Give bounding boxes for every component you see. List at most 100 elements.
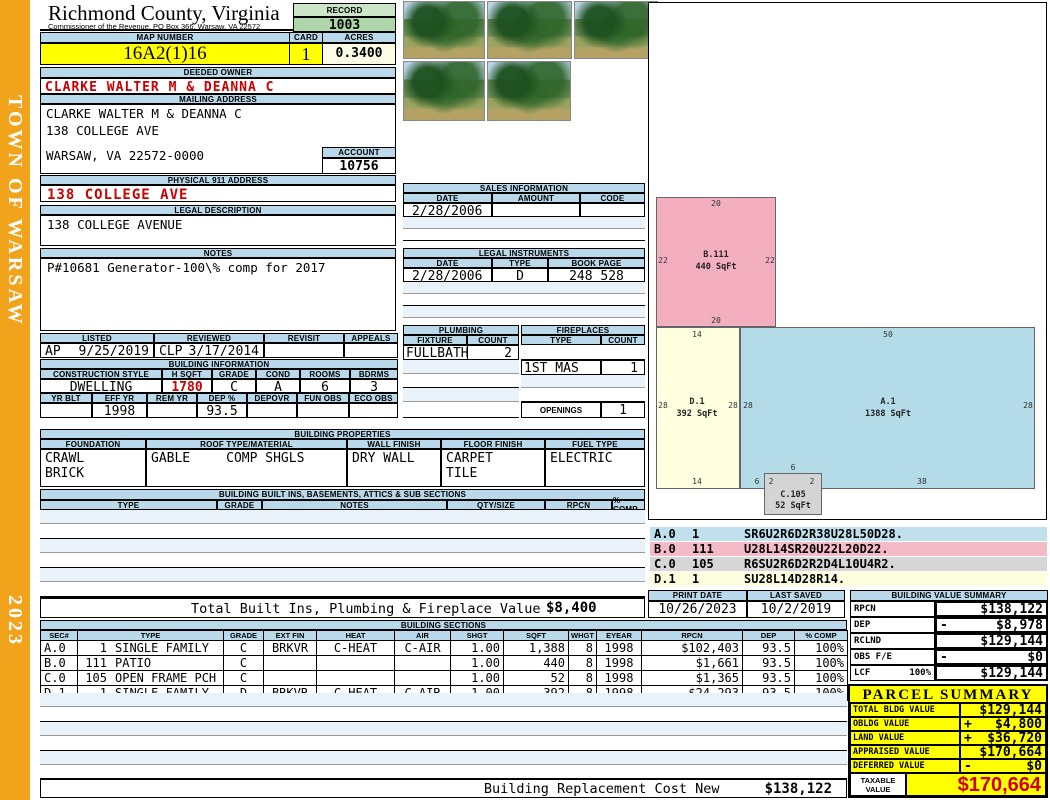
funobs-label: FUN OBS [297, 393, 349, 403]
plumbing-empty-row [403, 402, 519, 418]
col-sqft: SQFT [503, 630, 569, 641]
vector-code: 111 [692, 542, 714, 556]
revisit-value [264, 343, 344, 358]
sidebar-year-label: 2023 [4, 595, 26, 647]
vs-rclnd-label: RCLND [850, 633, 935, 649]
vs-op: - [940, 617, 948, 633]
yrblt-label: YR BLT [40, 393, 92, 403]
plumbing-header-fixture: FIXTURE [403, 335, 467, 345]
vector-path: SU28L14D28R14. [744, 572, 846, 586]
property-photo-1[interactable] [403, 1, 485, 59]
dep-pct-value: 93.5 [197, 403, 247, 419]
cell-type: 105 OPEN FRAME PCH [77, 670, 224, 686]
fireplaces-empty-row [521, 345, 645, 360]
cell-heat [316, 670, 395, 686]
cell-extfin [263, 655, 317, 671]
listed-label: LISTED [40, 333, 154, 343]
floor-line-1: CARPET [446, 451, 493, 466]
cell-type-name: OPEN FRAME PCH [115, 671, 217, 685]
sales-title: SALES INFORMATION [403, 183, 645, 193]
reviewed-by: CLP [159, 344, 183, 359]
ps-taxable-label: TAXABLE VALUE [850, 773, 906, 796]
sketch-B-dim-top: 20 [711, 199, 721, 208]
vs-value: $8,978 [996, 617, 1043, 633]
vector-sec: C.0 [654, 557, 676, 571]
builtins-empty-row [40, 524, 645, 539]
appeals-label: APPEALS [344, 333, 398, 343]
property-photo-5[interactable] [487, 61, 571, 121]
instruments-empty-row [403, 294, 645, 306]
sketch-A-id: A.1 [880, 397, 896, 407]
ps-obldg-label: OBLDG VALUE [850, 717, 960, 731]
mailing-line-3: WARSAW, VA 22572-0000 [46, 148, 205, 163]
vector-row-B: B.0 111 U28L14SR20U22L20D22. [650, 542, 1047, 556]
fireplaces-title: FIREPLACES [521, 325, 645, 335]
cond-value: A [256, 379, 300, 395]
instruments-title: LEGAL INSTRUMENTS [403, 248, 645, 258]
cell-eyear: 1998 [596, 655, 642, 671]
foundation-label: FOUNDATION [40, 439, 146, 449]
sketch-C-dim-right: 2 [809, 477, 815, 486]
cell-air [394, 670, 451, 686]
col-heat: HEAT [316, 630, 395, 641]
bdrms-label: BDRMS [350, 369, 398, 379]
property-photo-3[interactable] [574, 1, 658, 59]
properties-title: BUILDING PROPERTIES [40, 429, 645, 439]
ps-total-bldg-label: TOTAL BLDG VALUE [850, 703, 960, 717]
ps-land: + $36,720 [960, 730, 1046, 746]
parcel-summary-title: PARCEL SUMMARY [850, 687, 1046, 703]
sales-empty-row [403, 229, 645, 241]
instruments-row-book: 248 528 [548, 268, 645, 284]
vs-value: $129,144 [980, 665, 1043, 681]
cell-sec: B.0 [40, 655, 78, 671]
cell-comp: 100% [794, 655, 848, 671]
print-date-value: 10/26/2023 [648, 601, 747, 618]
fireplaces-header-type: TYPE [521, 335, 601, 345]
floor-line-2: TILE [446, 466, 478, 481]
builtins-total-label: Total Built Ins, Plumbing & Fireplace Va… [191, 601, 541, 617]
sketch-B-id: B.111 [703, 250, 729, 260]
sections-empty-row [40, 751, 847, 765]
cell-code: 111 [85, 656, 107, 670]
sketch-D-dim-top: 14 [692, 330, 702, 339]
property-photo-2[interactable] [487, 1, 572, 59]
builtins-header-rpcn: RPCN [545, 500, 612, 510]
ps-land-label: LAND VALUE [850, 731, 960, 745]
cell-sqft: 1,388 [503, 640, 569, 656]
roof-label: ROOF TYPE/MATERIAL [146, 439, 347, 449]
ps-obldg: + $4,800 [960, 717, 1046, 732]
cell-code: 105 [85, 671, 107, 685]
cell-shgt: 1.00 [450, 655, 504, 671]
card-value: 1 [289, 43, 323, 65]
builtins-total-row: Total Built Ins, Plumbing & Fireplace Va… [40, 597, 645, 618]
legal-description-value: 138 COLLEGE AVENUE [40, 215, 396, 246]
vs-lcf-label: LCF 100% [850, 665, 935, 681]
instruments-empty-row [403, 306, 645, 318]
vs-rclnd: $129,144 [935, 633, 1048, 649]
cell-rpcn: $1,661 [641, 655, 743, 671]
effyr-value: 1998 [92, 403, 147, 419]
sales-row-code [580, 203, 645, 217]
vs-op: - [940, 649, 948, 665]
reviewed-date: 3/17/2014 [188, 344, 259, 359]
plumbing-empty-row [403, 388, 519, 402]
acres-value: 0.3400 [322, 43, 396, 65]
col-rpcn: RPCN [641, 630, 743, 641]
sections-header-row: SEC# TYPE GRADE EXT FIN HEAT AIR SHGT SQ… [40, 630, 848, 641]
wall-finish-value: DRY WALL [347, 449, 441, 487]
fireplaces-row-type: 1ST MAS [521, 360, 601, 376]
sections-empty-row [40, 693, 847, 707]
sketch-A-dim-top: 50 [883, 330, 893, 339]
ps-op: + [964, 730, 972, 746]
building-sections-table: SEC# TYPE GRADE EXT FIN HEAT AIR SHGT SQ… [40, 630, 848, 701]
replacement-cost-label: Building Replacement Cost New [483, 780, 720, 797]
sales-row-amount [492, 203, 580, 217]
sketch-D-sqft: 392 SqFt [676, 409, 718, 419]
openings-label: OPENINGS [521, 402, 601, 418]
plumbing-header-count: COUNT [467, 335, 519, 345]
construction-style-value: DWELLING [40, 379, 162, 395]
cell-eyear: 1998 [596, 640, 642, 656]
openings-value: 1 [601, 402, 645, 418]
cell-air: C-AIR [394, 640, 451, 656]
property-photo-4[interactable] [403, 61, 485, 121]
